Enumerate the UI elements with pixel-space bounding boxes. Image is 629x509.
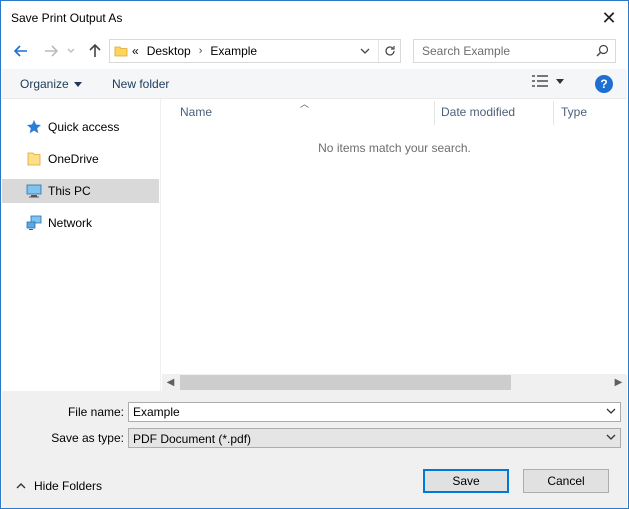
nav-item-onedrive[interactable]: OneDrive <box>2 147 159 171</box>
nav-item-label: OneDrive <box>48 152 99 166</box>
folder-icon <box>26 151 42 167</box>
folder-icon <box>114 44 128 61</box>
window-title: Save Print Output As <box>11 11 123 25</box>
back-arrow-icon[interactable] <box>11 39 31 63</box>
organize-chevron-down-icon <box>73 81 82 87</box>
new-folder-button[interactable]: New folder <box>112 77 169 91</box>
column-header-type[interactable]: Type <box>555 99 625 125</box>
breadcrumb-example[interactable]: Example <box>210 44 257 58</box>
save-as-type-chevron-down-icon[interactable] <box>606 432 616 443</box>
change-view-button[interactable] <box>532 75 564 87</box>
up-arrow-icon[interactable] <box>85 39 105 63</box>
address-row: « Desktop › Example <box>1 35 628 67</box>
address-chevron-down-icon[interactable] <box>356 42 374 60</box>
title-bar: Save Print Output As ✕ <box>1 1 628 35</box>
horizontal-scrollbar[interactable]: ◀ ▶ <box>162 374 627 391</box>
breadcrumb-desktop[interactable]: Desktop <box>147 44 191 58</box>
file-list: ︿ Name Date modified Type No items match… <box>162 99 627 391</box>
file-name-label: File name: <box>67 405 124 419</box>
save-as-type-label: Save as type: <box>51 431 124 445</box>
save-button[interactable]: Save <box>423 469 509 493</box>
details-view-icon <box>532 75 548 87</box>
column-divider[interactable] <box>553 101 554 125</box>
column-header-name[interactable]: Name <box>174 99 434 125</box>
address-bar[interactable]: « Desktop › Example <box>109 39 401 63</box>
nav-item-label: This PC <box>48 184 91 198</box>
forward-arrow-icon[interactable] <box>41 39 61 63</box>
nav-item-quick-access[interactable]: Quick access <box>2 115 159 139</box>
save-as-type-value: PDF Document (*.pdf) <box>133 432 252 446</box>
command-bar: Organize New folder ? <box>2 69 627 99</box>
computer-icon <box>26 183 42 199</box>
chevron-up-icon <box>16 483 26 489</box>
nav-item-label: Network <box>48 216 93 230</box>
network-icon <box>26 215 42 231</box>
scroll-right-icon[interactable]: ▶ <box>610 374 627 391</box>
cancel-button[interactable]: Cancel <box>523 469 609 493</box>
save-as-type-select[interactable]: PDF Document (*.pdf) <box>128 428 621 448</box>
save-options-panel: File name: Save as type: PDF Document (*… <box>2 391 627 508</box>
hide-folders-label: Hide Folders <box>34 479 103 493</box>
search-icon[interactable] <box>596 44 609 60</box>
file-name-combobox[interactable] <box>128 402 621 422</box>
organize-label: Organize <box>20 77 69 91</box>
help-icon[interactable]: ? <box>595 75 613 93</box>
view-chevron-down-icon <box>556 78 564 84</box>
organize-menu[interactable]: Organize <box>20 77 82 91</box>
search-input[interactable] <box>414 40 594 62</box>
save-dialog: Save Print Output As ✕ « Desktop › Examp… <box>0 0 629 509</box>
scrollbar-thumb[interactable] <box>180 375 511 390</box>
search-box[interactable] <box>413 39 616 63</box>
breadcrumb: « Desktop › Example <box>132 44 257 58</box>
chevron-right-icon[interactable]: › <box>199 45 203 57</box>
column-header-date-modified[interactable]: Date modified <box>435 99 553 125</box>
scroll-left-icon[interactable]: ◀ <box>162 374 179 391</box>
file-name-chevron-down-icon[interactable] <box>606 406 616 417</box>
recent-chevron-down-icon[interactable] <box>65 39 77 63</box>
nav-item-network[interactable]: Network <box>2 211 159 235</box>
nav-item-label: Quick access <box>48 120 120 134</box>
nav-item-this-pc[interactable]: This PC <box>2 179 159 203</box>
hide-folders-toggle[interactable]: Hide Folders <box>16 479 102 493</box>
close-icon[interactable]: ✕ <box>598 7 620 29</box>
file-name-input[interactable] <box>129 403 620 421</box>
star-icon <box>26 119 42 135</box>
refresh-icon[interactable] <box>378 40 400 62</box>
breadcrumb-overflow[interactable]: « <box>132 44 139 58</box>
empty-message: No items match your search. <box>318 141 471 155</box>
navigation-pane: Quick access OneDrive This PC Network <box>2 99 161 391</box>
